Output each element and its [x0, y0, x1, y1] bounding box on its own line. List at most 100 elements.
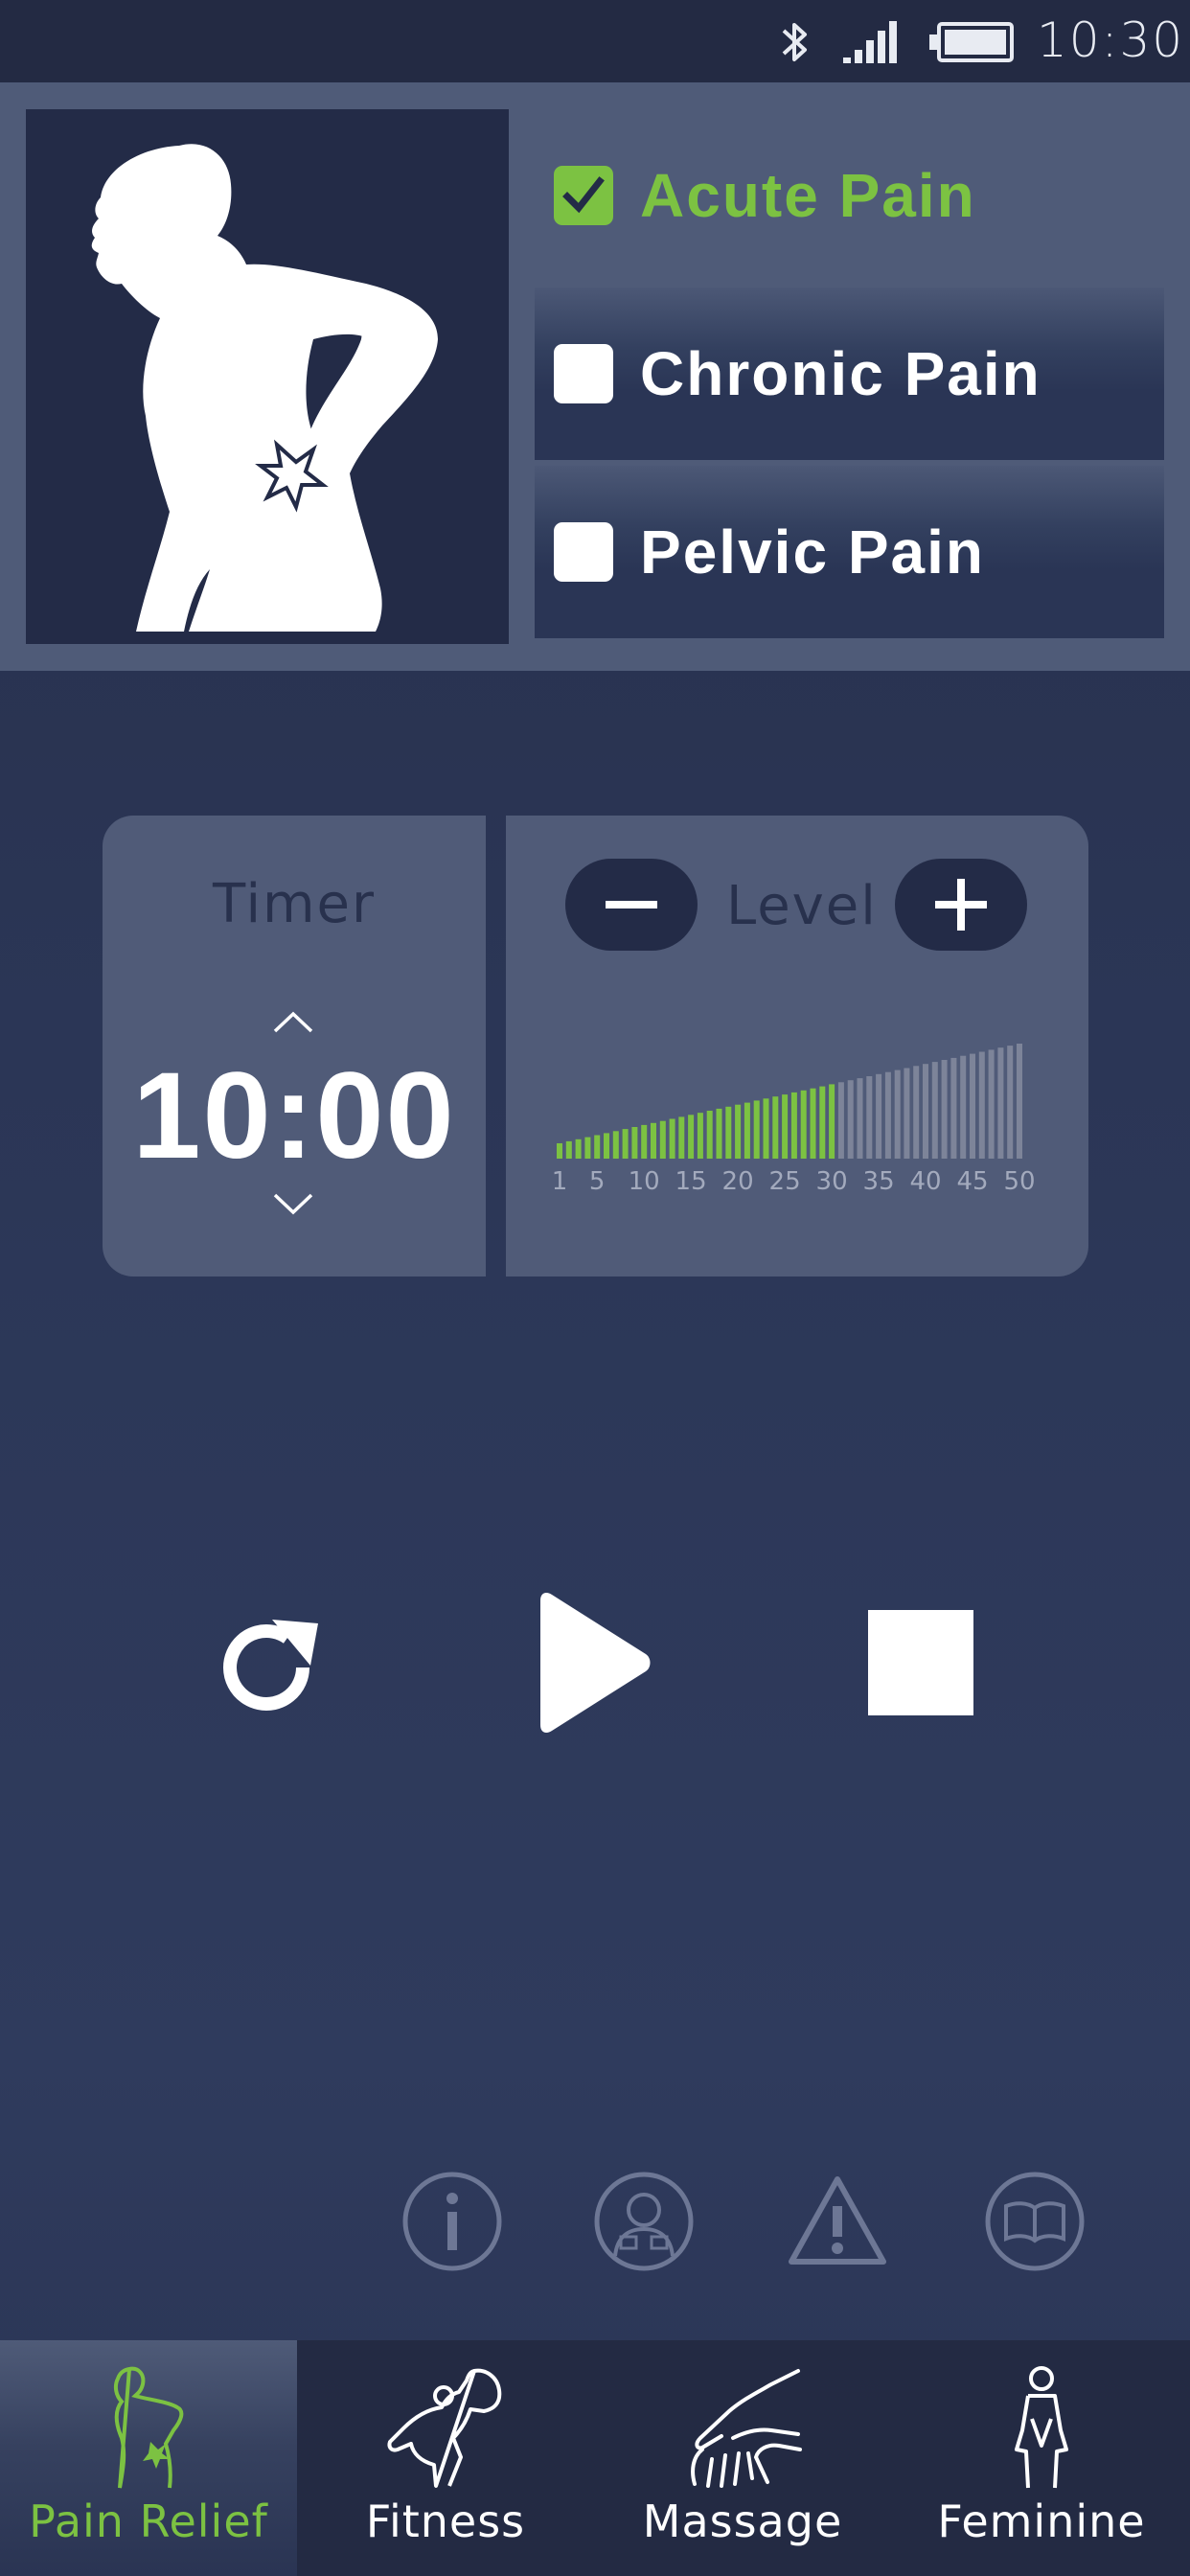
- level-tick-label: 40: [909, 1167, 941, 1196]
- warning-icon[interactable]: [786, 2170, 889, 2273]
- level-bar-5: [594, 1135, 601, 1159]
- timer-value: 10:00: [132, 1047, 456, 1184]
- level-tick-label: 15: [675, 1167, 707, 1196]
- tab-pain-relief[interactable]: Pain Relief: [0, 2340, 297, 2576]
- level-bar-23: [763, 1098, 769, 1159]
- pain-relief-icon: [113, 2366, 184, 2489]
- level-bar-18: [716, 1108, 722, 1159]
- level-bar-26: [790, 1092, 797, 1159]
- option-label: Pelvic Pain: [640, 518, 985, 586]
- status-time: 10:30: [1037, 12, 1185, 68]
- stop-icon[interactable]: [868, 1610, 973, 1715]
- level-bar-24: [772, 1096, 779, 1159]
- option-acute-pain[interactable]: Acute Pain: [535, 109, 1164, 282]
- level-bar-13: [669, 1118, 675, 1159]
- back-pain-figure: [26, 109, 509, 644]
- level-bar-1: [557, 1143, 562, 1159]
- level-bar-19: [725, 1106, 732, 1159]
- level-bar-27: [800, 1090, 807, 1159]
- level-tick-label: 30: [816, 1167, 848, 1196]
- level-bar-48: [997, 1047, 1004, 1159]
- checkbox-checked[interactable]: [554, 166, 613, 225]
- level-bar-11: [651, 1122, 656, 1159]
- play-icon[interactable]: [533, 1591, 655, 1735]
- level-bar-8: [622, 1129, 629, 1159]
- level-bar-50: [1017, 1044, 1022, 1159]
- tab-massage[interactable]: Massage: [594, 2340, 891, 2576]
- level-bar-28: [810, 1088, 816, 1159]
- level-bar-37: [894, 1070, 901, 1159]
- tab-label: Fitness: [365, 2496, 526, 2547]
- level-tick-label: 10: [629, 1167, 660, 1196]
- level-tick-label: 35: [863, 1167, 895, 1196]
- level-bar-33: [857, 1078, 863, 1159]
- condition-panel: Acute Pain Chronic Pain Pelvic Pain: [0, 82, 1190, 671]
- level-bar-44: [960, 1055, 967, 1159]
- level-bar-32: [847, 1080, 854, 1159]
- level-bar-38: [904, 1068, 910, 1159]
- timer-title: Timer: [212, 873, 377, 935]
- tab-feminine[interactable]: Feminine: [893, 2340, 1190, 2576]
- level-bar-29: [819, 1086, 826, 1159]
- level-bar-43: [950, 1057, 957, 1159]
- level-bar-4: [584, 1137, 591, 1159]
- level-bar-39: [913, 1066, 920, 1159]
- level-tick-label: 45: [956, 1167, 988, 1196]
- level-bar-15: [688, 1115, 695, 1159]
- level-bar-16: [697, 1113, 703, 1159]
- option-pelvic-pain[interactable]: Pelvic Pain: [535, 466, 1164, 638]
- signal-icon: [843, 21, 897, 63]
- level-bar-25: [782, 1094, 789, 1159]
- level-bar-20: [735, 1104, 742, 1159]
- tab-label: Massage: [642, 2496, 843, 2547]
- option-label: Acute Pain: [640, 161, 976, 230]
- playback-controls: [0, 1572, 1190, 1733]
- level-card: Level 1 5 10 15 20 25 30 35 40 45 50: [506, 816, 1088, 1276]
- feminine-icon: [1015, 2366, 1068, 2489]
- level-bar-45: [970, 1053, 975, 1159]
- level-bar-17: [706, 1111, 713, 1159]
- level-bar-47: [988, 1049, 995, 1159]
- level-bar-36: [884, 1071, 891, 1159]
- level-bar-31: [837, 1082, 844, 1159]
- checkbox-unchecked[interactable]: [554, 344, 613, 403]
- level-bar-40: [923, 1064, 928, 1159]
- level-tick-label: 20: [722, 1167, 754, 1196]
- level-bar-22: [753, 1100, 760, 1159]
- chevron-down-icon[interactable]: [271, 1191, 315, 1216]
- level-bar-34: [866, 1076, 873, 1159]
- manual-book-icon[interactable]: [983, 2170, 1087, 2273]
- timer-card: Timer 10:00: [103, 816, 486, 1276]
- level-tick-label: 1: [552, 1167, 568, 1196]
- level-bar-35: [876, 1073, 882, 1159]
- bottom-tab-bar: Pain Relief Fitness Massage Feminine: [0, 2340, 1190, 2576]
- info-icon[interactable]: [400, 2170, 504, 2273]
- level-bar-41: [931, 1062, 938, 1159]
- bluetooth-icon: [782, 23, 807, 61]
- level-tick-label: 25: [769, 1167, 801, 1196]
- chevron-up-icon[interactable]: [271, 1010, 315, 1035]
- status-bar: 10:30: [0, 0, 1190, 82]
- level-meter[interactable]: 1 5 10 15 20 25 30 35 40 45 50: [506, 816, 1088, 1276]
- level-bar-46: [978, 1051, 985, 1159]
- level-bar-6: [604, 1133, 609, 1159]
- electrode-placement-icon[interactable]: [592, 2170, 696, 2273]
- level-bar-14: [678, 1116, 685, 1159]
- fitness-icon: [387, 2368, 502, 2488]
- level-bar-9: [631, 1127, 638, 1159]
- checkbox-unchecked[interactable]: [554, 522, 613, 582]
- massage-icon: [691, 2369, 802, 2488]
- level-bar-10: [641, 1124, 648, 1159]
- battery-icon: [929, 22, 1014, 62]
- level-bar-30: [829, 1084, 835, 1159]
- checkmark-icon: [562, 176, 605, 214]
- level-tick-label: 5: [589, 1167, 606, 1196]
- level-bar-12: [659, 1120, 666, 1159]
- reset-icon[interactable]: [211, 1610, 326, 1725]
- level-bar-3: [575, 1138, 582, 1159]
- option-chronic-pain[interactable]: Chronic Pain: [535, 288, 1164, 460]
- level-bar-21: [744, 1102, 750, 1159]
- level-bar-42: [941, 1060, 948, 1159]
- tab-label: Feminine: [937, 2496, 1146, 2547]
- tab-fitness[interactable]: Fitness: [297, 2340, 594, 2576]
